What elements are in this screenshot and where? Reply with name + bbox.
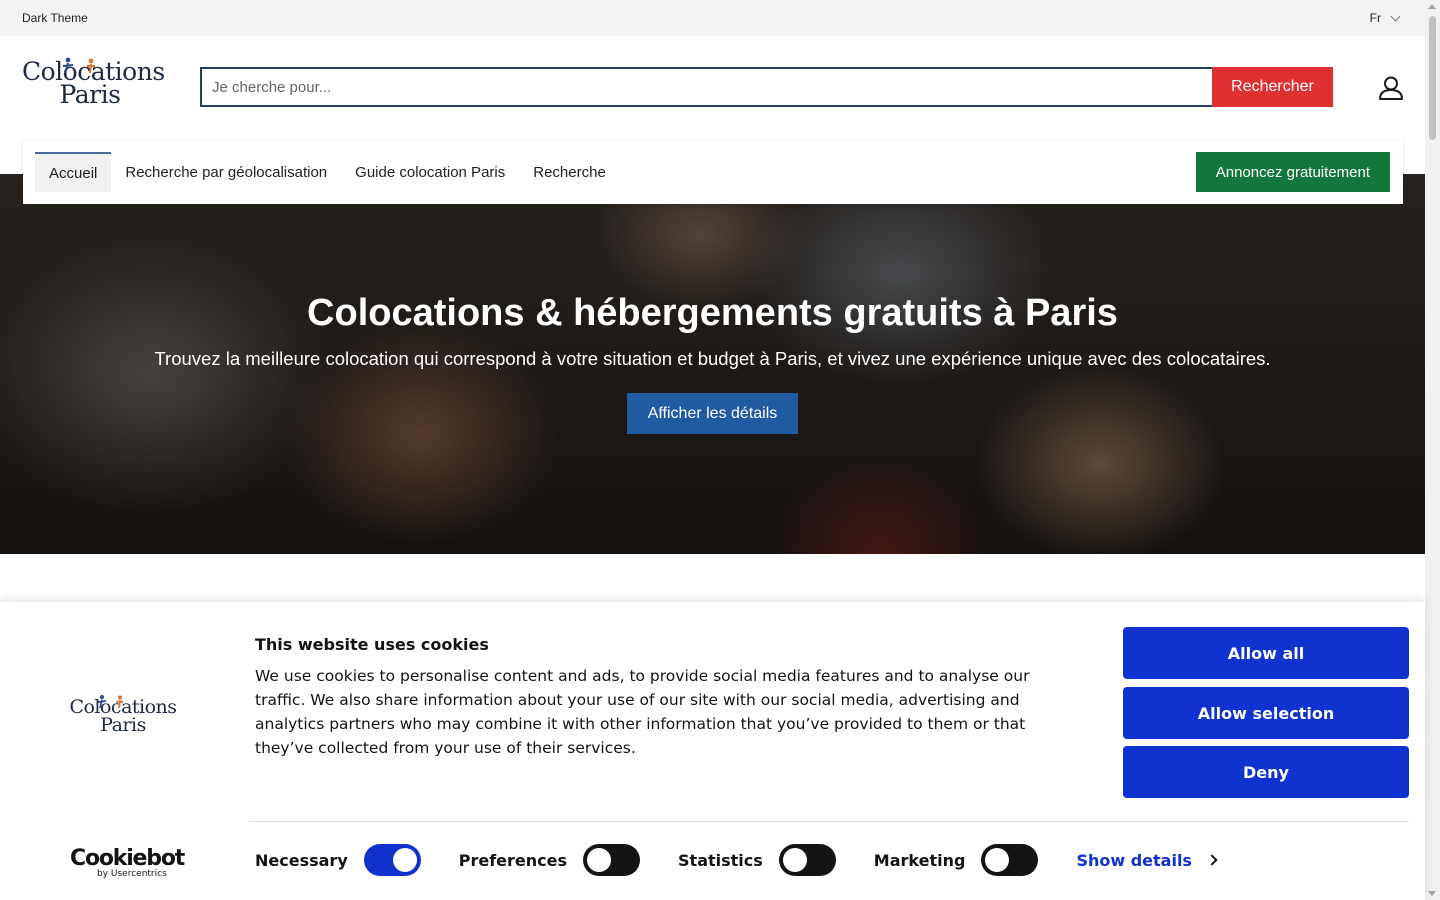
cookiebot-wordmark: Cookiebot xyxy=(70,846,185,871)
statistics-label: Statistics xyxy=(678,850,763,870)
cookie-logo-line-2: Paris xyxy=(100,714,146,736)
cookie-title: This website uses cookies xyxy=(255,635,489,654)
search-bar: Rechercher xyxy=(200,67,1333,107)
nav-item-accueil[interactable]: Accueil xyxy=(35,152,112,192)
necessary-toggle[interactable] xyxy=(363,844,421,876)
logo-figures-icon xyxy=(97,695,123,709)
hero-banner: Colocations & hébergements gratuits à Pa… xyxy=(0,174,1425,554)
nav-item-geolocalisation[interactable]: Recherche par géolocalisation xyxy=(111,152,341,192)
cookie-category-toggles: Necessary Preferences Statistics Marketi… xyxy=(255,844,1218,876)
deny-button[interactable]: Deny xyxy=(1123,746,1409,798)
scroll-thumb[interactable] xyxy=(1429,16,1436,140)
logo-figures-icon xyxy=(62,57,95,74)
search-input[interactable] xyxy=(200,67,1212,107)
cookie-description: We use cookies to personalise content an… xyxy=(255,667,1030,757)
main-navigation: Accueil Recherche par géolocalisation Gu… xyxy=(23,140,1403,204)
marketing-label: Marketing xyxy=(873,850,966,870)
show-details-label: Show details xyxy=(1076,850,1192,870)
site-logo[interactable]: Colocations Paris xyxy=(22,57,165,116)
nav-item-recherche[interactable]: Recherche xyxy=(519,152,620,192)
cookiebot-logo: Cookiebot by Usercentrics xyxy=(70,846,185,879)
hero-subtitle: Trouvez la meilleure colocation qui corr… xyxy=(154,348,1271,369)
necessary-label: Necessary xyxy=(255,850,348,870)
language-label: Fr xyxy=(1369,11,1381,25)
toggle-knob xyxy=(392,848,417,872)
logo-line-2: Paris xyxy=(59,80,121,109)
preferences-toggle[interactable] xyxy=(583,844,641,876)
user-icon[interactable] xyxy=(1378,75,1404,101)
announce-free-button[interactable]: Annoncez gratuitement xyxy=(1195,152,1390,192)
cookiebot-byline: by Usercentrics xyxy=(97,869,167,879)
site-header: Colocations Paris Rechercher xyxy=(0,36,1425,140)
cookie-banner-logo: Colocations Paris xyxy=(68,695,178,744)
nav-item-guide[interactable]: Guide colocation Paris xyxy=(341,152,519,192)
cookie-consent-banner: Colocations Paris This website uses cook… xyxy=(0,602,1425,900)
preferences-label: Preferences xyxy=(458,850,568,870)
scroll-down-arrow-icon[interactable] xyxy=(1428,891,1436,896)
chevron-right-icon xyxy=(1206,854,1218,866)
toggle-knob xyxy=(985,848,1010,872)
statistics-toggle[interactable] xyxy=(778,844,836,876)
allow-all-button[interactable]: Allow all xyxy=(1123,627,1409,679)
hero-title: Colocations & hébergements gratuits à Pa… xyxy=(307,292,1118,334)
search-button[interactable]: Rechercher xyxy=(1212,67,1333,107)
toggle-knob xyxy=(782,848,807,872)
marketing-toggle[interactable] xyxy=(981,844,1039,876)
cookie-divider xyxy=(249,821,1409,822)
show-details-link[interactable]: Show details xyxy=(1076,850,1218,870)
language-selector[interactable]: Fr xyxy=(1369,11,1401,25)
top-utility-bar: Dark Theme Fr xyxy=(0,0,1425,36)
show-details-button[interactable]: Afficher les détails xyxy=(627,393,798,434)
dark-theme-toggle[interactable]: Dark Theme xyxy=(22,11,88,25)
page-scrollbar[interactable] xyxy=(1425,0,1440,900)
allow-selection-button[interactable]: Allow selection xyxy=(1123,687,1409,739)
toggle-knob xyxy=(587,848,612,872)
chevron-down-icon xyxy=(1390,11,1401,22)
scroll-up-arrow-icon[interactable] xyxy=(1428,4,1436,9)
